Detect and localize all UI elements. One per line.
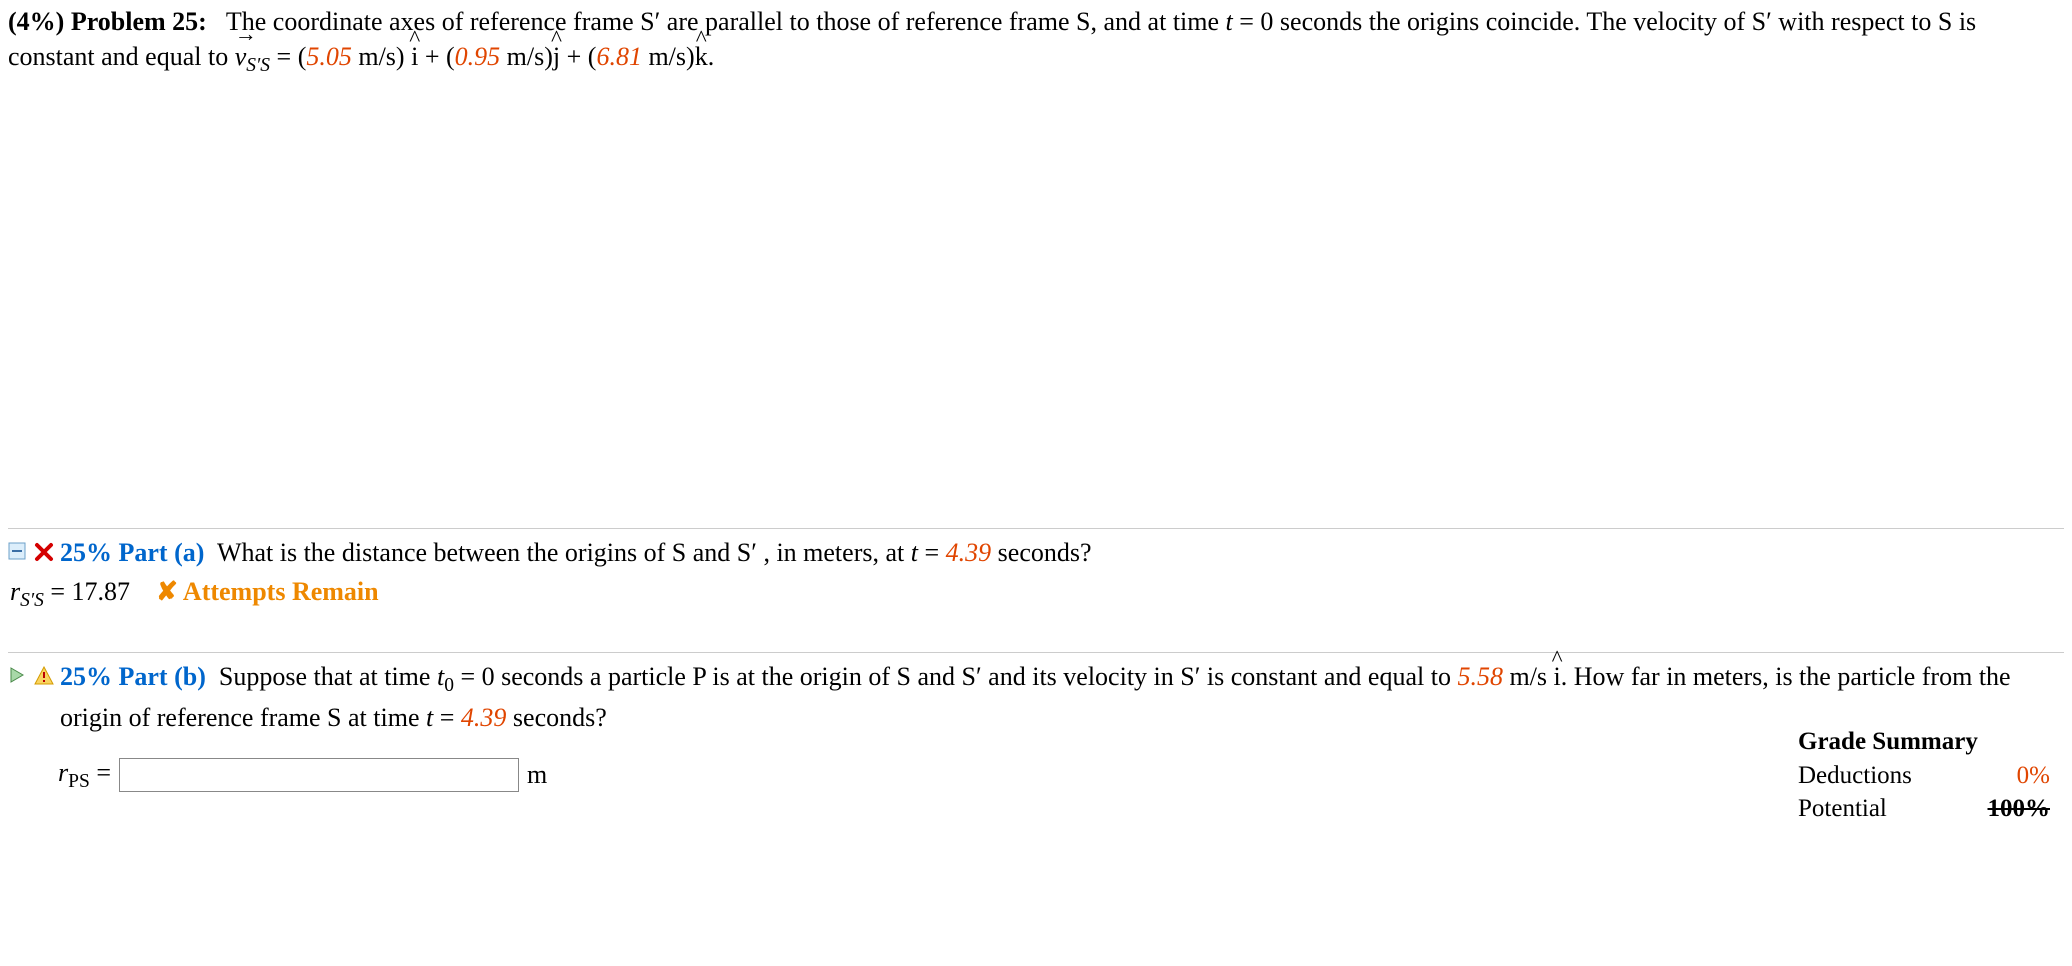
answer-var: r	[58, 758, 68, 787]
part-b-t0-sub: 0	[444, 675, 454, 696]
status-eq: = 17.87	[44, 577, 130, 606]
part-b-tafter: seconds?	[506, 703, 606, 732]
part-a-teq: =	[918, 538, 946, 567]
plus1: + (	[418, 42, 454, 71]
incorrect-icon	[34, 542, 54, 562]
k-hat: k	[695, 39, 708, 74]
part-a-status: rS′S = 17.87 ✘ Attempts Remain	[10, 574, 2064, 615]
part-a-t: t	[911, 538, 918, 567]
v-vector: v	[235, 39, 247, 74]
grade-summary: Grade Summary Deductions 0% Potential 10…	[1794, 725, 2054, 826]
problem-text-1: The coordinate axes of reference frame S…	[226, 7, 1226, 36]
t-var: t	[1226, 7, 1233, 36]
part-a-tval: 4.39	[946, 538, 992, 567]
answer-input[interactable]	[119, 758, 519, 792]
part-a-label: Part (a)	[119, 538, 205, 567]
vz: 6.81	[596, 42, 642, 71]
vx-unit: m/s)	[352, 42, 411, 71]
part-b-vel: 5.58	[1457, 662, 1503, 691]
part-a-tafter: seconds?	[991, 538, 1091, 567]
potential-val: 100%	[1959, 792, 2054, 826]
part-b-pct: 25%	[60, 662, 112, 691]
vy-unit: m/s)	[500, 42, 553, 71]
vz-unit: m/s)	[642, 42, 695, 71]
part-b-q1: Suppose that at time	[219, 662, 437, 691]
part-a: 25% Part (a) What is the distance betwee…	[8, 528, 2064, 629]
answer-eq: =	[90, 758, 111, 787]
answer-row: rPS = m	[58, 755, 1794, 796]
attempts-remain: ✘ Attempts Remain	[156, 577, 379, 606]
grade-title: Grade Summary	[1794, 725, 2054, 759]
expand-icon[interactable]	[8, 666, 28, 686]
status-sub: S′S	[20, 590, 44, 611]
j-hat: j	[553, 39, 560, 74]
problem-number: Problem 25:	[71, 7, 207, 36]
i-hat-b: i	[1554, 659, 1561, 694]
vy: 0.95	[455, 42, 501, 71]
problem-statement: (4%) Problem 25: The coordinate axes of …	[8, 4, 2064, 80]
i-hat: i	[411, 39, 418, 74]
part-b-t0-eq: = 0 seconds a particle P is at the origi…	[454, 662, 1458, 691]
part-b-label: Part (b)	[119, 662, 206, 691]
problem-percent: (4%)	[8, 7, 64, 36]
part-b-tval: 4.39	[461, 703, 507, 732]
spacer	[8, 88, 2064, 528]
potential-label: Potential	[1794, 792, 1959, 826]
part-a-pct: 25%	[60, 538, 112, 567]
deductions-val: 0%	[1959, 759, 2054, 793]
plus2: + (	[560, 42, 596, 71]
status-var: r	[10, 577, 20, 606]
vx: 5.05	[306, 42, 352, 71]
eq-sign: = (	[270, 42, 306, 71]
deductions-label: Deductions	[1794, 759, 1959, 793]
part-b: 25% Part (b) Suppose that at time t0 = 0…	[8, 652, 2064, 795]
part-a-q1: What is the distance between the origins…	[217, 538, 911, 567]
collapse-icon[interactable]	[8, 542, 28, 562]
answer-unit: m	[527, 757, 547, 792]
answer-sub: PS	[68, 771, 90, 792]
warning-icon	[34, 666, 54, 686]
part-b-vel-after: m/s	[1503, 662, 1554, 691]
v-sub: S′S	[246, 55, 270, 76]
part-b-teq: =	[433, 703, 461, 732]
period: .	[708, 42, 715, 71]
